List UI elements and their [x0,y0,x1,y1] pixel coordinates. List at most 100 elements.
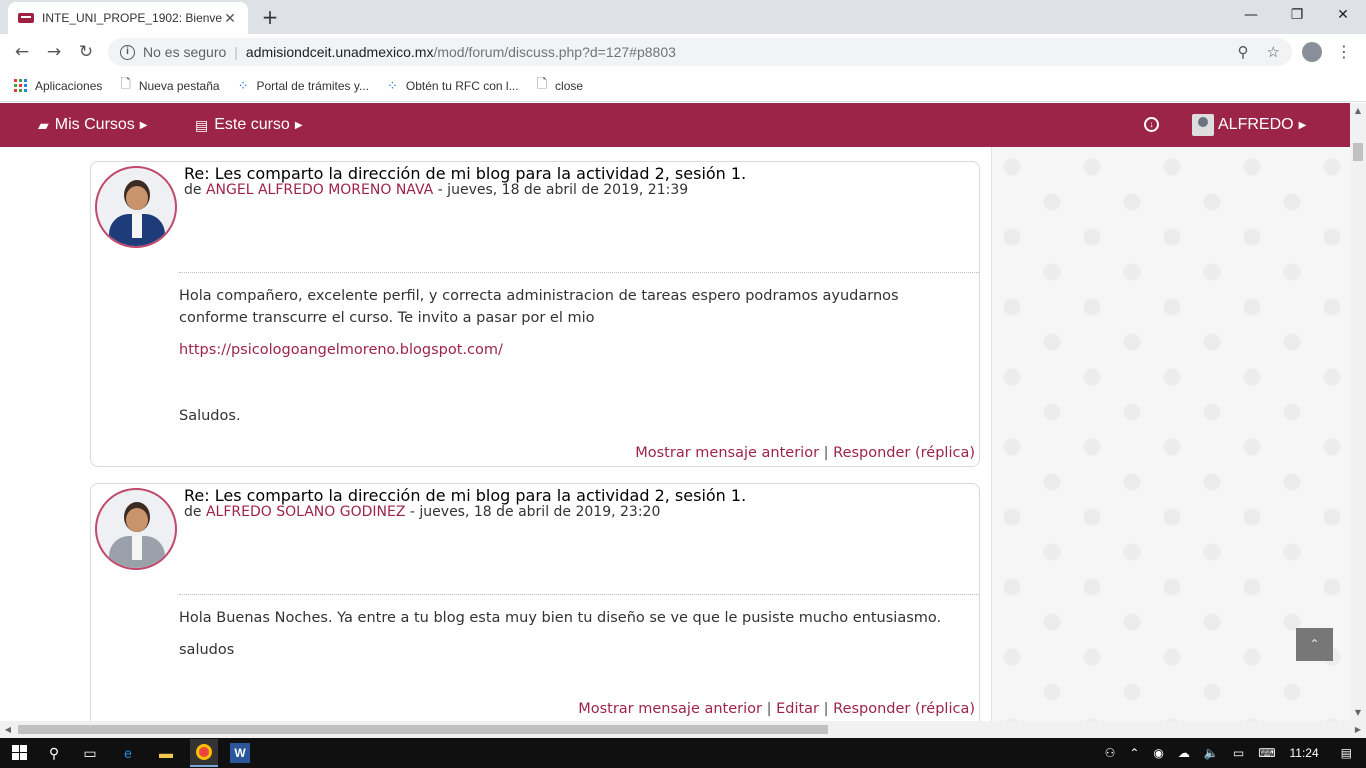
post-content: Hola Buenas Noches. Ya entre a tu blog e… [179,607,969,671]
by-prefix: de [184,182,202,198]
not-secure-label: No es seguro [143,44,227,60]
forward-arrow-icon[interactable]: → [42,40,66,64]
scroll-thumb[interactable] [1353,143,1363,161]
network-icon[interactable]: ▭ [1233,746,1244,760]
user-menu[interactable]: ALFREDO ▶ [1192,114,1306,136]
post-byline: de ANGEL ALFREDO MORENO NAVA - jueves, 1… [184,182,688,198]
browser-toolbar: ← → ↻ i No es seguro | admisiondceit.una… [0,34,1366,70]
command-separator: | [823,701,829,717]
post-closing: Saludos. [179,408,241,424]
browser-menu-icon[interactable]: ⋮ [1334,40,1354,64]
windows-start-icon[interactable] [12,745,27,760]
post-subject: Re: Les comparto la dirección de mi blog… [184,486,747,505]
show-parent-link[interactable]: Mostrar mensaje anterior [635,445,819,461]
bookmark-apps[interactable]: Aplicaciones [14,79,102,93]
post-commands: Mostrar mensaje anterior | Responder (ré… [635,445,975,461]
caret-right-icon: ▶ [139,119,148,131]
briefcase-icon: ▰ [38,116,49,133]
tab-title: INTE_UNI_PROPE_1902: Bienvenid [42,11,222,25]
profile-avatar-icon[interactable] [1302,42,1322,62]
download-icon[interactable]: ↓ [1144,117,1159,132]
page-icon: 🗋 [120,75,131,91]
reply-link[interactable]: Responder (réplica) [833,701,975,717]
task-view-icon[interactable]: ▭ [80,743,100,763]
author-link[interactable]: ANGEL ALFREDO MORENO NAVA [206,182,433,198]
vertical-scrollbar[interactable]: ▲ ▼ [1350,103,1366,721]
this-course-label: Este curso [214,116,290,133]
app-tray-icon[interactable]: ◉ [1153,746,1163,760]
chrome-icon[interactable] [190,739,218,767]
bookmark-star-icon[interactable]: ☆ [1267,43,1280,61]
bookmark-label: Aplicaciones [35,78,103,93]
url-host: admisiondceit.unadmexico.mx [245,44,434,60]
bookmark-portal[interactable]: ⁘ Portal de trámites y... [238,78,369,94]
scroll-right-icon[interactable]: ▶ [1350,721,1366,738]
author-link[interactable]: ALFREDO SOLANO GODINEZ [206,504,406,520]
back-to-top-button[interactable]: ⌃ [1296,628,1333,661]
avatar-figure [132,214,142,238]
dots-icon: ⁘ [386,77,398,93]
edge-icon[interactable]: e [118,743,138,763]
clock[interactable]: 11:24 [1290,746,1319,760]
bookmark-label: close [555,78,584,93]
edit-link[interactable]: Editar [776,701,819,717]
new-tab-button[interactable]: + [258,6,282,30]
author-avatar[interactable] [95,166,177,248]
my-courses-menu[interactable]: ▰ Mis Cursos ▶ [38,116,148,134]
avatar-figure [132,536,142,560]
omnibox-separator: | [234,44,238,60]
info-icon[interactable]: i [120,44,135,60]
command-separator: | [766,701,772,717]
by-prefix: de [184,504,202,520]
reload-icon[interactable]: ↻ [74,40,98,64]
dots-icon: ⁘ [237,77,249,93]
post-paragraph: Hola Buenas Noches. Ya entre a tu blog e… [179,610,942,626]
restore-button[interactable]: ❐ [1274,0,1320,30]
bookmark-rfc[interactable]: ⁘ Obtén tu RFC con l... [387,78,519,94]
close-window-button[interactable]: ✕ [1320,0,1366,30]
volume-icon[interactable]: 🔈 [1204,746,1219,760]
tab-close-icon[interactable]: ✕ [222,10,238,27]
scroll-down-icon[interactable]: ▼ [1350,705,1366,721]
blog-link[interactable]: https://psicologoangelmoreno.blogspot.co… [179,342,503,358]
user-name: ALFREDO [1218,116,1294,133]
forum-post: Re: Les comparto la dirección de mi blog… [90,161,980,467]
minimize-button[interactable]: — [1228,0,1274,30]
this-course-menu[interactable]: ▤ Este curso ▶ [195,116,303,134]
window-controls: — ❐ ✕ [1228,0,1366,30]
keyboard-icon[interactable]: ⌨ [1258,746,1275,760]
page-content: Re: Les comparto la dirección de mi blog… [0,147,1350,721]
post-content: Hola compañero, excelente perfil, y corr… [179,285,969,437]
site-navbar: ▰ Mis Cursos ▶ ▤ Este curso ▶ ↓ ALFREDO … [0,103,1350,147]
bookmark-new-tab[interactable]: 🗋 Nueva pestaña [120,75,219,97]
windows-taskbar: ⚲ ▭ e ▬ W ⚇ ⌃ ◉ ☁ 🔈 ▭ ⌨ 11:24 ▤ [0,738,1366,768]
system-tray: ⚇ ⌃ ◉ ☁ 🔈 ▭ ⌨ 11:24 ▤ [1105,738,1366,768]
scroll-up-icon[interactable]: ▲ [1350,103,1366,119]
horizontal-scrollbar[interactable]: ◀ ▶ [0,721,1366,738]
people-icon[interactable]: ⚇ [1105,746,1116,760]
search-icon[interactable]: ⚲ [44,743,64,763]
scroll-left-icon[interactable]: ◀ [0,721,16,738]
zoom-icon[interactable]: ⚲ [1238,43,1249,61]
post-paragraph: saludos [179,642,235,658]
address-bar[interactable]: i No es seguro | admisiondceit.unadmexic… [108,38,1292,66]
word-icon[interactable]: W [230,743,250,763]
post-date: - jueves, 18 de abril de 2019, 23:20 [405,504,661,520]
bookmark-close[interactable]: 🗋 close [537,75,583,97]
forum-post: Re: Les comparto la dirección de mi blog… [90,483,980,721]
cloud-icon[interactable]: ☁ [1178,746,1190,760]
post-commands: Mostrar mensaje anterior | Editar | Resp… [578,701,975,717]
chevron-up-icon[interactable]: ⌃ [1129,746,1139,760]
notifications-icon[interactable]: ▤ [1341,746,1352,760]
scroll-thumb[interactable] [18,725,828,734]
browser-tab[interactable]: INTE_UNI_PROPE_1902: Bienvenid ✕ [8,2,248,34]
author-avatar[interactable] [95,488,177,570]
caret-right-icon: ▶ [1298,119,1307,131]
back-arrow-icon[interactable]: ← [10,40,34,64]
reply-link[interactable]: Responder (réplica) [833,445,975,461]
post-divider [179,272,979,273]
bookmark-label: Portal de trámites y... [256,78,369,93]
file-explorer-icon[interactable]: ▬ [156,743,176,763]
show-parent-link[interactable]: Mostrar mensaje anterior [578,701,762,717]
post-subject: Re: Les comparto la dirección de mi blog… [184,164,747,183]
